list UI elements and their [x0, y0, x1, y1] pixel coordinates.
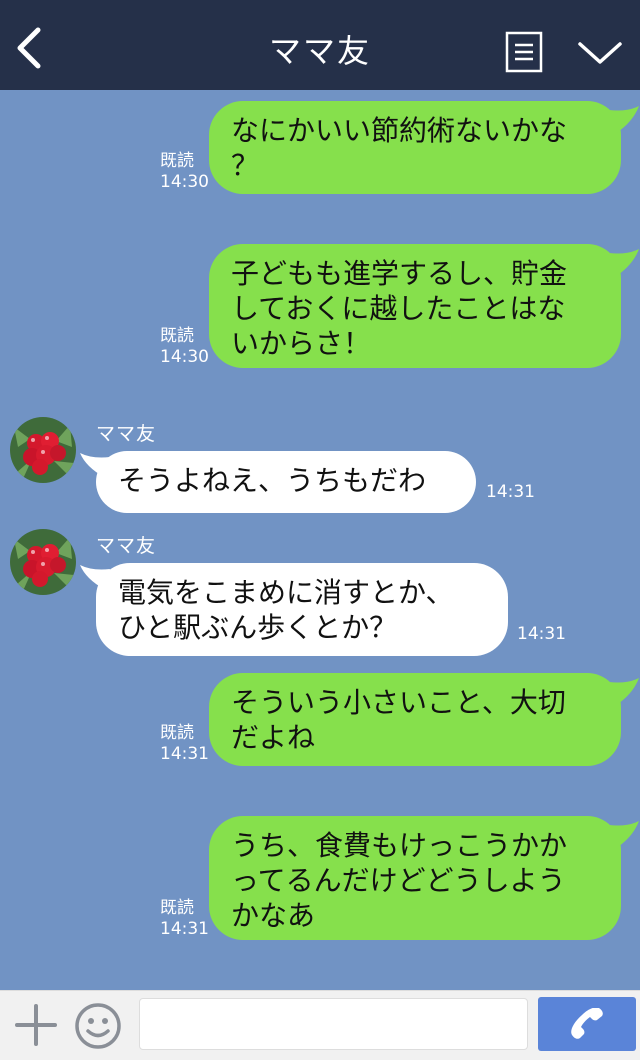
read-receipt: 既読 — [160, 326, 194, 346]
message-time: 14:30 — [160, 172, 209, 192]
bubble-tail — [609, 678, 639, 706]
message-meta: 既読 14:30 — [160, 326, 209, 368]
message-time: 14:31 — [486, 482, 535, 502]
message-text-line: ひと駅ぶん歩くとか？ — [118, 611, 398, 644]
message-meta: 既読 14:31 — [160, 723, 209, 765]
message-text-line: うち、食費もけっこうかか — [231, 829, 568, 862]
plus-icon — [15, 1004, 57, 1046]
message-time: 14:31 — [160, 919, 209, 939]
read-receipt: 既読 — [160, 898, 194, 918]
bubble-tail — [609, 249, 639, 277]
message-text-line: しておくに越したことはな — [231, 292, 566, 325]
message-input[interactable] — [139, 998, 528, 1050]
message-time: 14:31 — [160, 744, 209, 764]
avatar[interactable] — [10, 529, 76, 595]
chat-header: ママ友 — [0, 0, 640, 90]
message-text-line: ってるんだけどどうしよう — [231, 864, 566, 897]
read-receipt: 既読 — [160, 723, 194, 743]
message-bubble[interactable]: そうよねえ、うちもだわ — [96, 451, 476, 513]
message-text-line: いからさ！ — [231, 327, 372, 360]
message-text-line: そうよねえ、うちもだわ — [118, 464, 427, 497]
expand-button[interactable] — [576, 38, 624, 68]
message-time: 14:31 — [517, 624, 566, 644]
message-meta: 既読 14:30 — [160, 151, 209, 193]
avatar-berries-icon — [10, 417, 76, 483]
document-menu-icon — [505, 31, 543, 73]
message-bubble[interactable]: 子どもも進学するし、貯金 しておくに越したことはな いからさ！ — [209, 244, 621, 368]
message-text-line: ？ — [231, 149, 260, 182]
chat-title: ママ友 — [268, 32, 371, 70]
bubble-tail — [609, 106, 639, 134]
message-text-line: 電気をこまめに消すとか、 — [118, 576, 454, 609]
message-meta: 既読 14:31 — [160, 898, 209, 940]
message-time: 14:30 — [160, 347, 209, 367]
read-receipt: 既読 — [160, 151, 194, 171]
menu-button[interactable] — [505, 31, 543, 73]
message-text-line: そういう小さいこと、大切 — [231, 686, 566, 719]
avatar[interactable] — [10, 417, 76, 483]
message-text-line: かなあ — [231, 899, 316, 932]
call-button[interactable] — [538, 997, 636, 1051]
sender-name: ママ友 — [96, 535, 157, 557]
sender-name: ママ友 — [96, 423, 157, 445]
message-text-line: だよね — [231, 721, 316, 754]
message-bubble[interactable]: 電気をこまめに消すとか、 ひと駅ぶん歩くとか？ — [96, 563, 508, 656]
emoji-button[interactable] — [74, 1002, 122, 1050]
chevron-down-icon — [578, 42, 622, 64]
message-text-line: なにかいい節約術ないかな — [231, 114, 568, 147]
avatar-berries-icon — [10, 529, 76, 595]
message-bubble[interactable]: そういう小さいこと、大切 だよね — [209, 673, 621, 766]
smiley-icon — [75, 1003, 121, 1049]
message-bubble[interactable]: うち、食費もけっこうかか ってるんだけどどうしよう かなあ — [209, 816, 621, 940]
phone-icon — [571, 1008, 603, 1039]
bubble-tail — [609, 821, 639, 849]
message-composer — [0, 990, 640, 1060]
message-text-line: 子どもも進学するし、貯金 — [231, 257, 568, 290]
message-bubble[interactable]: なにかいい節約術ないかな ？ — [209, 101, 621, 194]
add-button[interactable] — [14, 1003, 58, 1047]
message-list[interactable]: 既読 14:30 なにかいい節約術ないかな ？ 既読 14:30 子どもも進学す… — [0, 90, 640, 990]
